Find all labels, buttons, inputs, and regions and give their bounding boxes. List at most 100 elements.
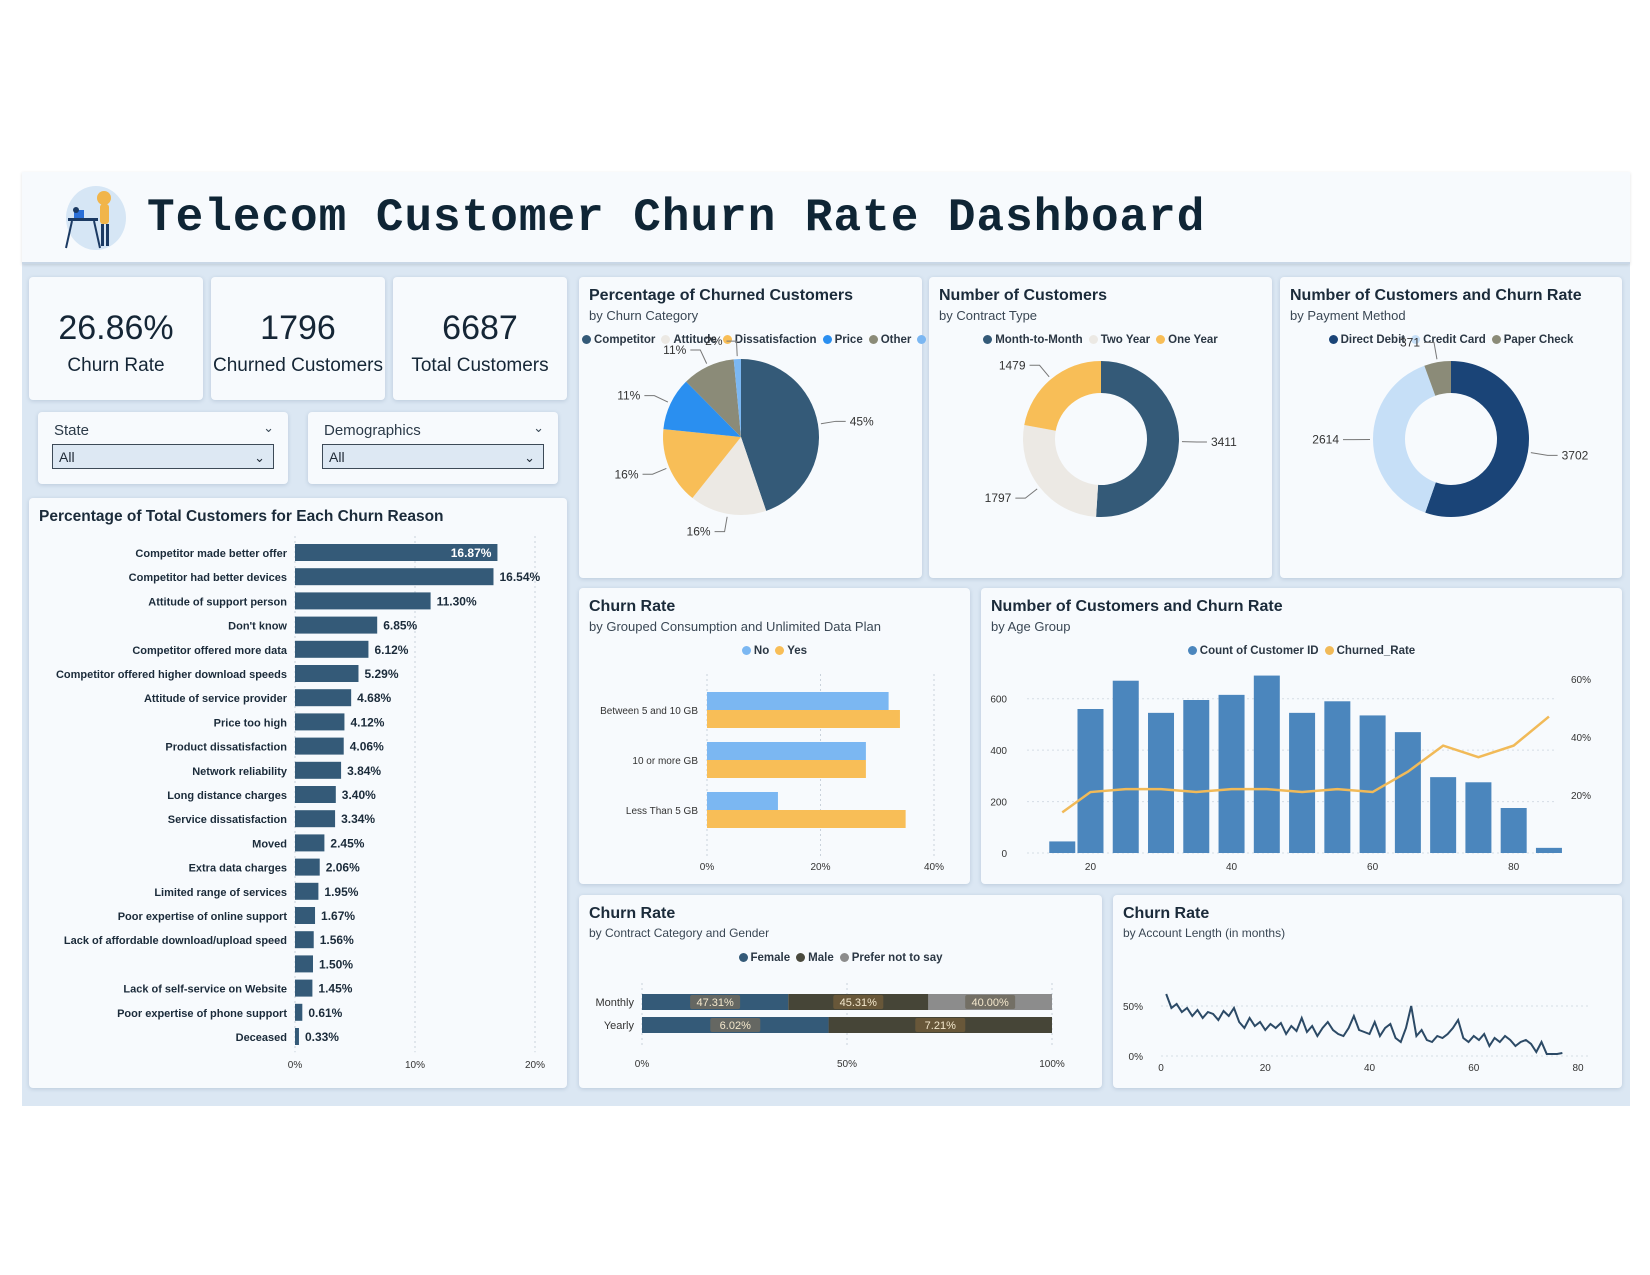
data-label: 5.29% <box>364 667 398 681</box>
leader-line <box>642 467 667 475</box>
bar <box>295 1028 299 1045</box>
demographics-dropdown-value: All <box>329 449 345 465</box>
chevron-down-icon[interactable]: ⌄ <box>524 445 535 470</box>
data-label: 40.00% <box>972 997 1010 1009</box>
kpi-value: 6687 <box>442 309 518 347</box>
bar <box>295 931 314 949</box>
bar <box>707 742 866 760</box>
slice-label: 2% <box>705 334 723 348</box>
leader-line <box>714 516 728 533</box>
data-label: 47.31% <box>696 997 734 1009</box>
contract-type-svg: 3411 1797 1479 <box>985 358 1237 517</box>
bar <box>1324 701 1351 853</box>
slice-label: 1797 <box>985 491 1012 505</box>
bar <box>707 810 906 828</box>
data-label: 3.84% <box>347 764 381 778</box>
category-label: Yearly <box>604 1020 635 1032</box>
category-label: Between 5 and 10 GB <box>600 706 698 717</box>
leader-line <box>820 420 846 425</box>
bar <box>1359 715 1386 853</box>
data-label: 1.45% <box>318 982 352 996</box>
category-label: Lack of self-service on Website <box>123 984 287 996</box>
bar <box>1148 712 1175 853</box>
bar <box>295 810 336 828</box>
x-tick-label: 40 <box>1226 862 1238 873</box>
state-slicer-label: State <box>54 422 90 439</box>
category-label: Poor expertise of online support <box>118 911 288 923</box>
x-tick-label: 0 <box>1158 1063 1164 1074</box>
bar <box>1465 782 1492 853</box>
data-label: 6.85% <box>383 619 417 633</box>
bar <box>1049 841 1076 853</box>
x-tick-label: 60 <box>1367 862 1379 873</box>
category-label: 10 or more GB <box>632 756 698 767</box>
y2-tick-label: 40% <box>1571 733 1591 744</box>
bar <box>295 1003 303 1021</box>
slice-label: 16% <box>614 467 638 481</box>
data-label: 1.50% <box>319 957 353 971</box>
x-tick-label: 20 <box>1260 1063 1272 1074</box>
bar <box>295 713 345 731</box>
category-label: Extra data charges <box>189 863 287 875</box>
dashboard-header: Telecom Customer Churn Rate Dashboard <box>22 172 1630 264</box>
bar <box>1218 694 1245 853</box>
category-label: Limited range of services <box>154 887 287 899</box>
kpi-label: Total Customers <box>411 355 549 376</box>
bar <box>1112 680 1139 853</box>
person-at-desk-icon <box>65 186 126 250</box>
state-dropdown[interactable]: All ⌄ <box>52 444 274 469</box>
slice-label: 2614 <box>1312 433 1339 447</box>
chevron-down-icon[interactable]: ⌄ <box>263 420 274 436</box>
chevron-down-icon[interactable]: ⌄ <box>254 445 265 470</box>
data-label: 1.56% <box>320 933 354 947</box>
data-label: 4.68% <box>357 691 391 705</box>
category-label: Service dissatisfaction <box>168 814 288 826</box>
contract-gender-chart: Churn Rate by Contract Category and Gend… <box>579 895 1102 1088</box>
data-label: 45.31% <box>840 997 878 1009</box>
data-label: 3.34% <box>341 812 375 826</box>
category-label: Competitor offered more data <box>132 645 288 657</box>
data-label: 2.45% <box>330 836 364 850</box>
payment-method-chart: Number of Customers and Churn Rate by Pa… <box>1280 277 1622 578</box>
y2-tick-label: 20% <box>1571 791 1591 802</box>
leader-line <box>1015 488 1038 499</box>
bar <box>707 760 866 778</box>
bar <box>1500 808 1527 853</box>
y-tick-label: 400 <box>990 746 1007 757</box>
bar <box>707 792 778 810</box>
slice-label: 371 <box>1400 335 1420 349</box>
x-tick-label: 20% <box>810 862 830 873</box>
churn-rate-line <box>1165 993 1563 1055</box>
x-tick-label: 10% <box>405 1060 425 1071</box>
x-tick-label: 100% <box>1039 1059 1065 1070</box>
kpi-label: Churned Customers <box>212 355 384 376</box>
bar <box>295 786 336 803</box>
category-label: Competitor had better devices <box>129 572 287 584</box>
category-label: Less Than 5 GB <box>626 806 698 817</box>
slice-label: 16% <box>687 525 711 539</box>
category-label: Network reliability <box>192 766 288 778</box>
x-tick-label: 20% <box>525 1060 545 1071</box>
leader-line <box>1424 341 1438 360</box>
state-slicer: State ⌄ All ⌄ <box>38 412 288 484</box>
age-group-svg: 0 200 400 600 20% 40% 60% 20 40 60 80 <box>990 675 1591 873</box>
data-label: 0.33% <box>305 1030 339 1044</box>
chevron-down-icon[interactable]: ⌄ <box>533 420 544 436</box>
payment-method-svg: 3702 2614 371 <box>1312 335 1589 517</box>
category-label: Lack of affordable download/upload speed <box>64 935 287 947</box>
demographics-dropdown[interactable]: All ⌄ <box>322 444 544 469</box>
kpi-total-customers: 6687 Total Customers <box>393 277 567 400</box>
bar <box>295 737 344 755</box>
y-tick-label: 50% <box>1123 1002 1143 1013</box>
category-label: Deceased <box>236 1032 287 1044</box>
dashboard-title: Telecom Customer Churn Rate Dashboard <box>147 192 1206 244</box>
bar <box>295 834 325 852</box>
demographics-slicer-label: Demographics <box>324 422 421 439</box>
data-label: 3.40% <box>342 788 376 802</box>
age-group-chart: Number of Customers and Churn Rate by Ag… <box>981 588 1622 884</box>
category-label: Price too high <box>214 717 288 729</box>
bar <box>295 907 316 924</box>
bar <box>295 858 320 876</box>
churn-reason-svg: 0% 10% 20% Competitor made better offer 16.8… <box>56 536 545 1071</box>
y-tick-label: 200 <box>990 798 1007 809</box>
